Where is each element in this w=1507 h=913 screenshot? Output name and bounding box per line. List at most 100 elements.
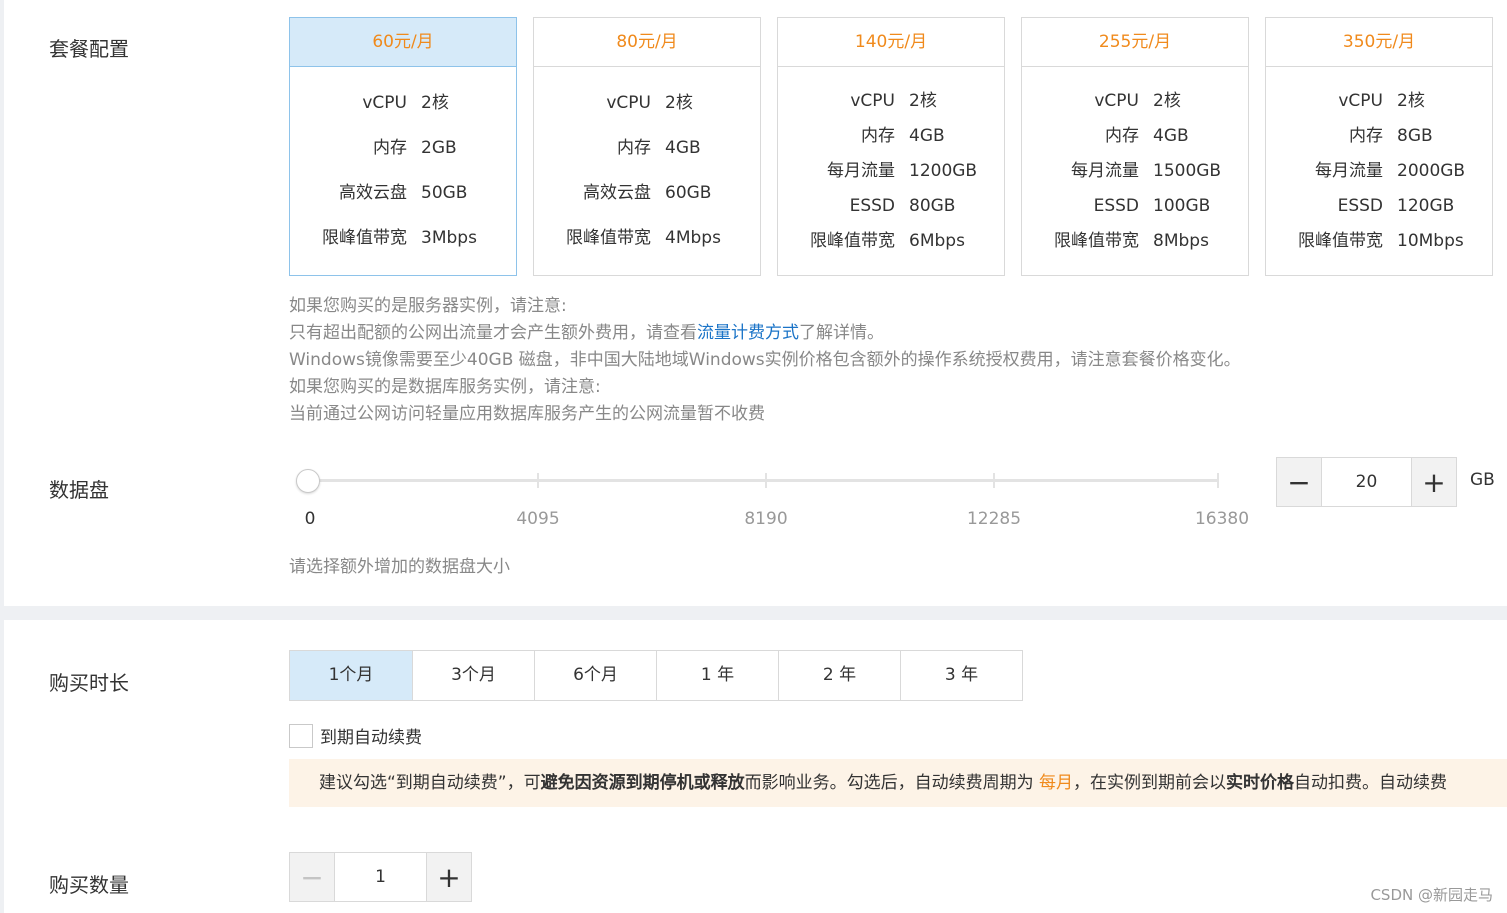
- data-disk-hint: 请选择额外增加的数据盘大小: [289, 557, 510, 577]
- spec-key: ESSD: [849, 195, 895, 216]
- spec-value: 4GB: [909, 125, 945, 146]
- plan-price: 350元/月: [1266, 18, 1492, 67]
- spec-value: 50GB: [421, 183, 468, 203]
- spec-value: 2000GB: [1397, 160, 1466, 181]
- spec-value: 4GB: [1153, 125, 1189, 146]
- spec-value: 2GB: [421, 138, 457, 158]
- plan-specs: vCPU 2核 内存 8GB 每月流量 2000GB ESSD 120GB 限峰值带宽 10Mbp…: [1266, 67, 1492, 273]
- tip-text: 自动扣费。自动续费: [1294, 773, 1448, 793]
- spec-row: 内存 2GB: [290, 140, 516, 157]
- traffic-billing-link[interactable]: 流量计费方式: [697, 323, 799, 343]
- disk-size-input[interactable]: 20: [1321, 458, 1412, 506]
- spec-row: 内存 4GB: [778, 125, 1004, 146]
- auto-renew-row[interactable]: 到期自动续费: [289, 723, 422, 748]
- spec-key: 每月流量: [1315, 160, 1383, 181]
- spec-row: 限峰值带宽 8Mbps: [1022, 230, 1248, 251]
- spec-row: 限峰值带宽 6Mbps: [778, 232, 1004, 250]
- spec-key: 限峰值带宽: [1298, 230, 1383, 251]
- spec-key: 高效云盘: [583, 183, 651, 203]
- tip-bold: 避免因资源到期停机或释放: [540, 773, 745, 793]
- spec-key: 内存: [617, 138, 651, 158]
- spec-key: vCPU: [1338, 90, 1383, 111]
- plan-price: 140元/月: [778, 18, 1004, 67]
- note-line: 如果您购买的是服务器实例，请注意:: [289, 296, 567, 316]
- spec-key: 内存: [373, 138, 407, 158]
- tip-text: 建议勾选“到期自动续费”，可: [319, 773, 541, 793]
- decrease-quantity-button[interactable]: −: [290, 853, 334, 901]
- auto-renew-tip: 建议勾选“到期自动续费”，可避免因资源到期停机或释放而影响业务。勾选后，自动续费…: [289, 759, 1507, 807]
- plan-card[interactable]: 140元/月 vCPU 2核 内存 4GB 每月流量 1200GB ESSD 80GB 限峰值带宽…: [777, 17, 1005, 276]
- spec-row: vCPU 2核: [534, 95, 760, 112]
- duration-options: 1个月 3个月 6个月 1 年2 年3 年: [289, 650, 1023, 701]
- duration-option[interactable]: 1个月: [290, 651, 412, 700]
- plan-card[interactable]: 60元/月 vCPU 2核 内存 2GB 高效云盘 50GB 限峰值带宽 3Mbps: [289, 17, 517, 276]
- tip-bold: 实时价格: [1226, 773, 1295, 793]
- plan-price: 80元/月: [534, 18, 760, 67]
- slider-track[interactable]: [305, 479, 1219, 482]
- spec-key: 限峰值带宽: [566, 228, 651, 248]
- spec-row: 内存 8GB: [1266, 125, 1492, 146]
- spec-key: vCPU: [606, 93, 651, 113]
- spec-row: 限峰值带宽 4Mbps: [534, 230, 760, 247]
- note-line: 如果您购买的是数据库服务实例，请注意:: [289, 377, 601, 397]
- spec-value: 120GB: [1397, 195, 1455, 216]
- spec-value: 1500GB: [1153, 160, 1222, 181]
- plan-card[interactable]: 80元/月 vCPU 2核内存 4GB 高效云盘 60GB 限峰值带宽 4Mbps: [533, 17, 761, 276]
- quantity-label: 购买数量: [49, 873, 129, 897]
- package-label: 套餐配置: [49, 37, 129, 61]
- package-notes: 如果您购买的是服务器实例，请注意: 只有超出配额的公网出流量才会产生额外费用，请…: [289, 293, 1241, 428]
- spec-key: vCPU: [850, 90, 895, 111]
- spec-value: 60GB: [665, 183, 712, 203]
- spec-row: 每月流量 1200GB: [778, 160, 1004, 181]
- purchase-section: 购买时长 1个月 3个月 6个月 1 年2 年3 年 到期自动续费 建议勾选“到期自动…: [4, 620, 1507, 913]
- quantity-input[interactable]: 1: [334, 853, 427, 901]
- spec-row: 限峰值带宽 10Mbps: [1266, 230, 1492, 251]
- spec-row: 高效云盘 60GB: [534, 185, 760, 202]
- spec-key: vCPU: [362, 93, 407, 113]
- spec-key: 内存: [1105, 125, 1139, 146]
- slider-handle[interactable]: [296, 469, 320, 493]
- spec-value: 4GB: [665, 138, 701, 158]
- duration-option[interactable]: 3 年: [900, 651, 1022, 700]
- tip-text: ，在实例到期前会以: [1073, 773, 1227, 793]
- spec-key: 每月流量: [827, 160, 895, 181]
- plan-specs: vCPU 2核内存 4GB 高效云盘 60GB 限峰值带宽 4Mbps: [534, 67, 760, 273]
- plan-specs: vCPU 2核 内存 4GB 每月流量 1500GB ESSD 100GB 限峰值带宽 8Mbps: [1022, 67, 1248, 273]
- spec-row: ESSD 100GB: [1022, 195, 1248, 216]
- spec-row: vCPU 2核: [778, 90, 1004, 111]
- duration-option[interactable]: 2 年: [778, 651, 900, 700]
- note-line: 只有超出配额的公网出流量才会产生额外费用，请查看流量计费方式了解详情。: [289, 320, 1241, 347]
- spec-row: 内存 4GB: [534, 140, 760, 157]
- tick-label: 4095: [516, 509, 560, 529]
- spec-key: 内存: [861, 125, 895, 146]
- plan-card[interactable]: 255元/月 vCPU 2核 内存 4GB 每月流量 1500GB ESSD 100GB 限峰值带…: [1021, 17, 1249, 276]
- spec-key: 高效云盘: [339, 183, 407, 203]
- spec-row: vCPU 2核: [290, 95, 516, 112]
- tip-period: 每月: [1039, 773, 1074, 793]
- spec-key: 限峰值带宽: [1054, 230, 1139, 251]
- duration-option[interactable]: 6个月: [534, 651, 656, 700]
- auto-renew-checkbox[interactable]: [289, 723, 313, 748]
- tick-label: 16380: [1194, 509, 1250, 529]
- duration-option[interactable]: 1 年: [656, 651, 778, 700]
- increase-quantity-button[interactable]: +: [427, 853, 471, 901]
- plan-specs: vCPU 2核 内存 4GB 每月流量 1200GB ESSD 80GB 限峰值带宽 6Mbps: [778, 67, 1004, 273]
- spec-key: 内存: [1349, 125, 1383, 146]
- increase-disk-button[interactable]: +: [1412, 458, 1456, 506]
- spec-row: 内存 4GB: [1022, 125, 1248, 146]
- package-section: 套餐配置 60元/月 vCPU 2核 内存 2GB 高效云盘 50GB 限峰值带宽 3Mbps 8…: [4, 0, 1507, 606]
- disk-unit: GB: [1470, 470, 1495, 490]
- spec-row: vCPU 2核: [1266, 90, 1492, 111]
- auto-renew-label[interactable]: 到期自动续费: [320, 723, 422, 748]
- tick-label: 8190: [744, 509, 788, 529]
- spec-value: 2核: [909, 90, 937, 111]
- plan-card[interactable]: 350元/月 vCPU 2核 内存 8GB 每月流量 2000GB ESSD 120GB 限峰值带…: [1265, 17, 1493, 276]
- duration-option[interactable]: 3个月: [412, 651, 534, 700]
- spec-value: 3Mbps: [421, 228, 477, 248]
- data-disk-slider[interactable]: [296, 466, 1219, 496]
- spec-key: vCPU: [1094, 90, 1139, 111]
- decrease-disk-button[interactable]: −: [1277, 458, 1321, 506]
- spec-key: ESSD: [1093, 195, 1139, 216]
- plan-specs: vCPU 2核 内存 2GB 高效云盘 50GB 限峰值带宽 3Mbps: [290, 67, 516, 273]
- duration-label: 购买时长: [49, 671, 129, 695]
